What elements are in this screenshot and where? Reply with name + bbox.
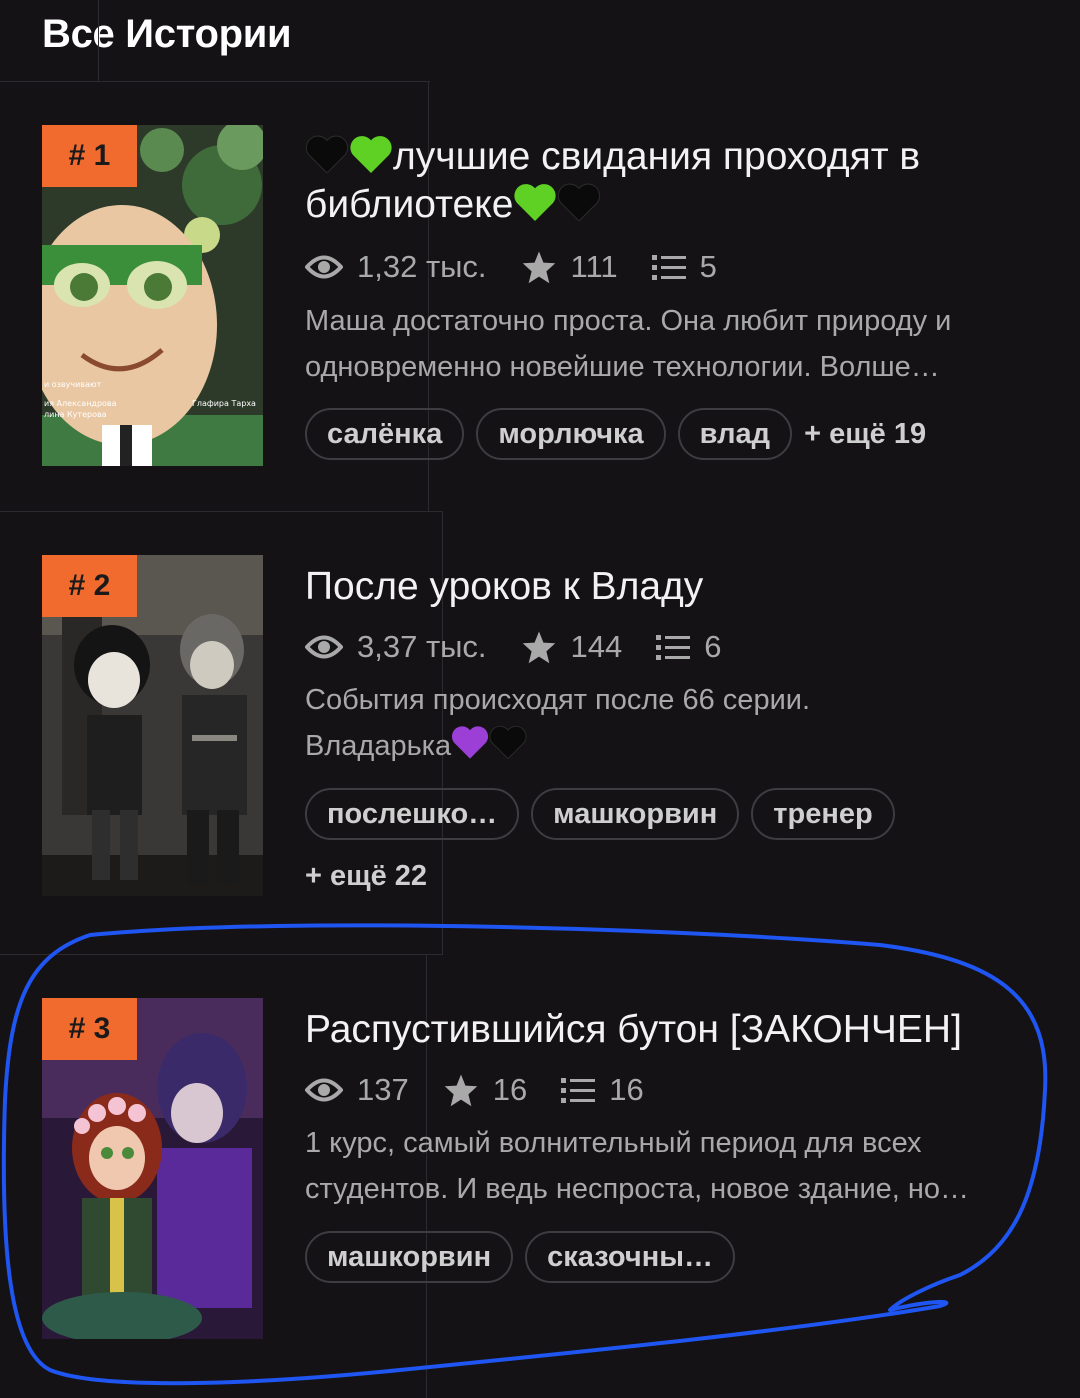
star-icon [444,1074,477,1107]
story-tags: салёнка морлючка влад + ещё 19 [305,408,926,460]
purple-heart-icon [452,726,489,759]
chapters-stat: 5 [651,249,717,285]
chapters-count: 6 [704,629,722,664]
story-description: События происходят после 66 серии. Влада… [305,677,1030,769]
green-heart-icon [514,184,557,221]
black-heart-icon [558,183,601,221]
story-tags: послешко… машкорвин тренер [305,788,907,840]
tag-chip[interactable]: морлючка [476,408,666,460]
story-card-1[interactable]: и озвучивают ия Александрова лина Кутеро… [0,125,1080,470]
story-title-text: лучшие свидания проходят в библиотеке [305,135,921,226]
story-description: Маша достаточно проста. Она любит природ… [305,305,952,383]
chapters-stat: 6 [656,629,722,665]
description-line: События происходят после 66 серии. [305,684,811,716]
story-divider [0,511,443,512]
black-heart-icon [305,135,349,173]
tag-chip[interactable]: салёнка [305,408,465,460]
tag-chip[interactable]: машкорвин [531,788,740,840]
story-stats: 1,32 тыс. 111 5 [305,247,751,287]
more-tags-link[interactable]: + ещё 19 [804,418,926,451]
story-title[interactable]: Распустившийся бутон [ЗАКОНЧЕН] [305,1006,1045,1054]
tag-chip[interactable]: тренер [751,788,895,840]
story-cover[interactable]: # 3 [42,998,263,1339]
svg-text:ия Александрова: ия Александрова [44,399,117,408]
likes-count: 16 [492,1072,528,1107]
story-cover[interactable]: и озвучивают ия Александрова лина Кутеро… [42,125,263,466]
story-stats: 137 16 16 [305,1070,678,1110]
views-stat: 137 [305,1072,409,1108]
tag-chip[interactable]: послешко… [305,788,520,840]
likes-stat: 111 [521,249,618,285]
views-count: 1,32 тыс. [357,249,487,284]
more-tags-link[interactable]: + ещё 22 [305,860,427,893]
story-tags: машкорвин сказочны… [305,1231,747,1283]
green-heart-icon [350,136,392,173]
story-description: 1 курс, самый волнительный период для вс… [305,1127,970,1205]
eye-icon [305,1078,343,1102]
svg-text:Глафира Тарха: Глафира Тарха [192,399,256,408]
chapters-stat: 16 [561,1072,644,1108]
tag-chip[interactable]: машкорвин [305,1231,514,1283]
tag-chip[interactable]: влад [677,408,793,460]
views-stat: 3,37 тыс. [305,629,487,665]
views-count: 3,37 тыс. [357,629,487,664]
views-count: 137 [357,1072,409,1107]
rank-badge: # 3 [42,998,137,1060]
star-icon [522,251,555,284]
story-card-3[interactable]: # 3 Распустившийся бутон [ЗАКОНЧЕН] 137 … [0,998,1080,1343]
list-icon [561,1078,596,1103]
story-card-2[interactable]: # 2 После уроков к Владу 3,37 тыс. 144 6… [0,555,1080,900]
views-stat: 1,32 тыс. [305,249,487,285]
eye-icon [305,635,343,659]
likes-stat: 16 [443,1072,527,1108]
rank-badge: # 1 [42,125,137,187]
svg-text:лина Кутерова: лина Кутерова [44,410,107,419]
description-line: Владарька [305,723,1030,769]
story-title[interactable]: лучшие свидания проходят в библиотеке [305,133,1045,229]
black-heart-icon [489,725,527,759]
story-stats: 3,37 тыс. 144 6 [305,627,756,667]
chapters-count: 16 [609,1072,644,1107]
page-title: Все Истории [42,12,292,56]
story-divider [0,954,443,955]
eye-icon [305,255,343,279]
cover-credits: и озвучивают [44,380,102,389]
likes-count: 111 [570,249,618,284]
rank-badge: # 2 [42,555,137,617]
star-icon [522,631,555,664]
chapters-count: 5 [699,249,717,284]
story-cover[interactable]: # 2 [42,555,263,896]
likes-count: 144 [570,629,623,664]
header-divider [0,81,430,82]
list-icon [656,635,691,660]
header-divider-vertical [98,0,99,82]
story-title[interactable]: После уроков к Владу [305,563,1045,611]
tag-chip[interactable]: сказочны… [525,1231,736,1283]
likes-stat: 144 [521,629,623,665]
list-icon [651,255,686,280]
